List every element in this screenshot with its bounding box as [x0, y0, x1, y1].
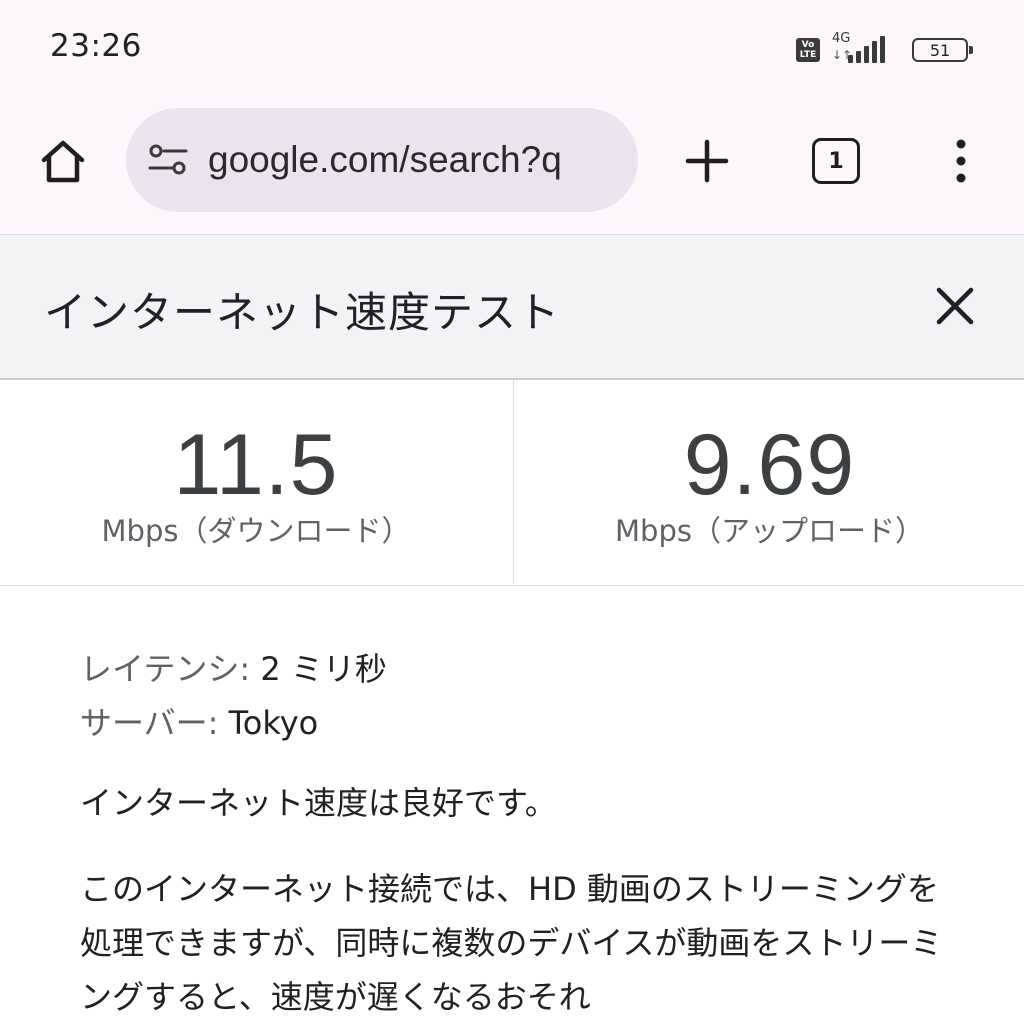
download-result: 11.5 Mbps（ダウンロード） [0, 380, 512, 584]
address-bar[interactable]: google.com/search?q [126, 108, 638, 212]
battery-level: 51 [929, 40, 951, 60]
more-vert-icon [956, 139, 966, 183]
volte-line2: LTE [799, 50, 817, 60]
volte-line1: Vo [801, 40, 815, 50]
plus-icon [685, 139, 729, 183]
signal-bar [880, 36, 885, 63]
server-row: サーバー: Tokyo [80, 696, 960, 750]
signal-bar [848, 55, 853, 63]
tab-count: 1 [828, 148, 844, 174]
battery-icon: 51 [912, 38, 973, 62]
speed-summary: インターネット速度は良好です。 [80, 784, 557, 822]
speed-test-title: インターネット速度テスト [44, 288, 561, 337]
status-icons: Vo LTE 4G ↓↑ 51 [796, 31, 973, 66]
volte-icon: Vo LTE [796, 38, 820, 62]
browser-top-area: 23:26 Vo LTE 4G ↓↑ 51 google.com/search?… [0, 0, 1024, 234]
speed-test-header: インターネット速度テスト [0, 234, 1024, 380]
status-time: 23:26 [50, 28, 142, 64]
speed-description: このインターネット接続では、HD 動画のストリーミングを処理できますが、同時に複… [80, 870, 943, 1016]
close-icon [936, 287, 974, 325]
signal-bar [856, 51, 861, 63]
latency-key: レイテンシ: [80, 650, 251, 688]
url-text[interactable]: google.com/search?q [208, 139, 562, 181]
signal-bars [848, 36, 888, 63]
speed-test-details: レイテンシ: 2 ミリ秒 サーバー: Tokyo [80, 642, 960, 750]
upload-speed-value: 9.69 [683, 417, 856, 513]
new-tab-button[interactable] [682, 136, 732, 186]
server-value: Tokyo [218, 704, 319, 742]
signal-bar [872, 41, 877, 63]
tune-icon[interactable] [148, 143, 188, 177]
signal-icon: 4G ↓↑ [832, 31, 896, 65]
signal-bar [864, 46, 869, 63]
speed-results: 11.5 Mbps（ダウンロード） 9.69 Mbps（アップロード） [0, 380, 1024, 586]
upload-result: 9.69 Mbps（アップロード） [513, 380, 1024, 584]
home-button[interactable] [38, 136, 88, 186]
tab-switcher-button[interactable]: 1 [812, 138, 860, 184]
latency-row: レイテンシ: 2 ミリ秒 [80, 642, 960, 696]
home-icon [41, 140, 85, 183]
download-speed-label: Mbps（ダウンロード） [101, 514, 411, 548]
upload-speed-label: Mbps（アップロード） [615, 514, 924, 548]
more-menu-button[interactable] [944, 136, 978, 186]
close-button[interactable] [932, 283, 978, 329]
server-key: サーバー: [80, 704, 219, 742]
download-speed-value: 11.5 [173, 417, 339, 513]
latency-value: 2 ミリ秒 [250, 650, 387, 688]
